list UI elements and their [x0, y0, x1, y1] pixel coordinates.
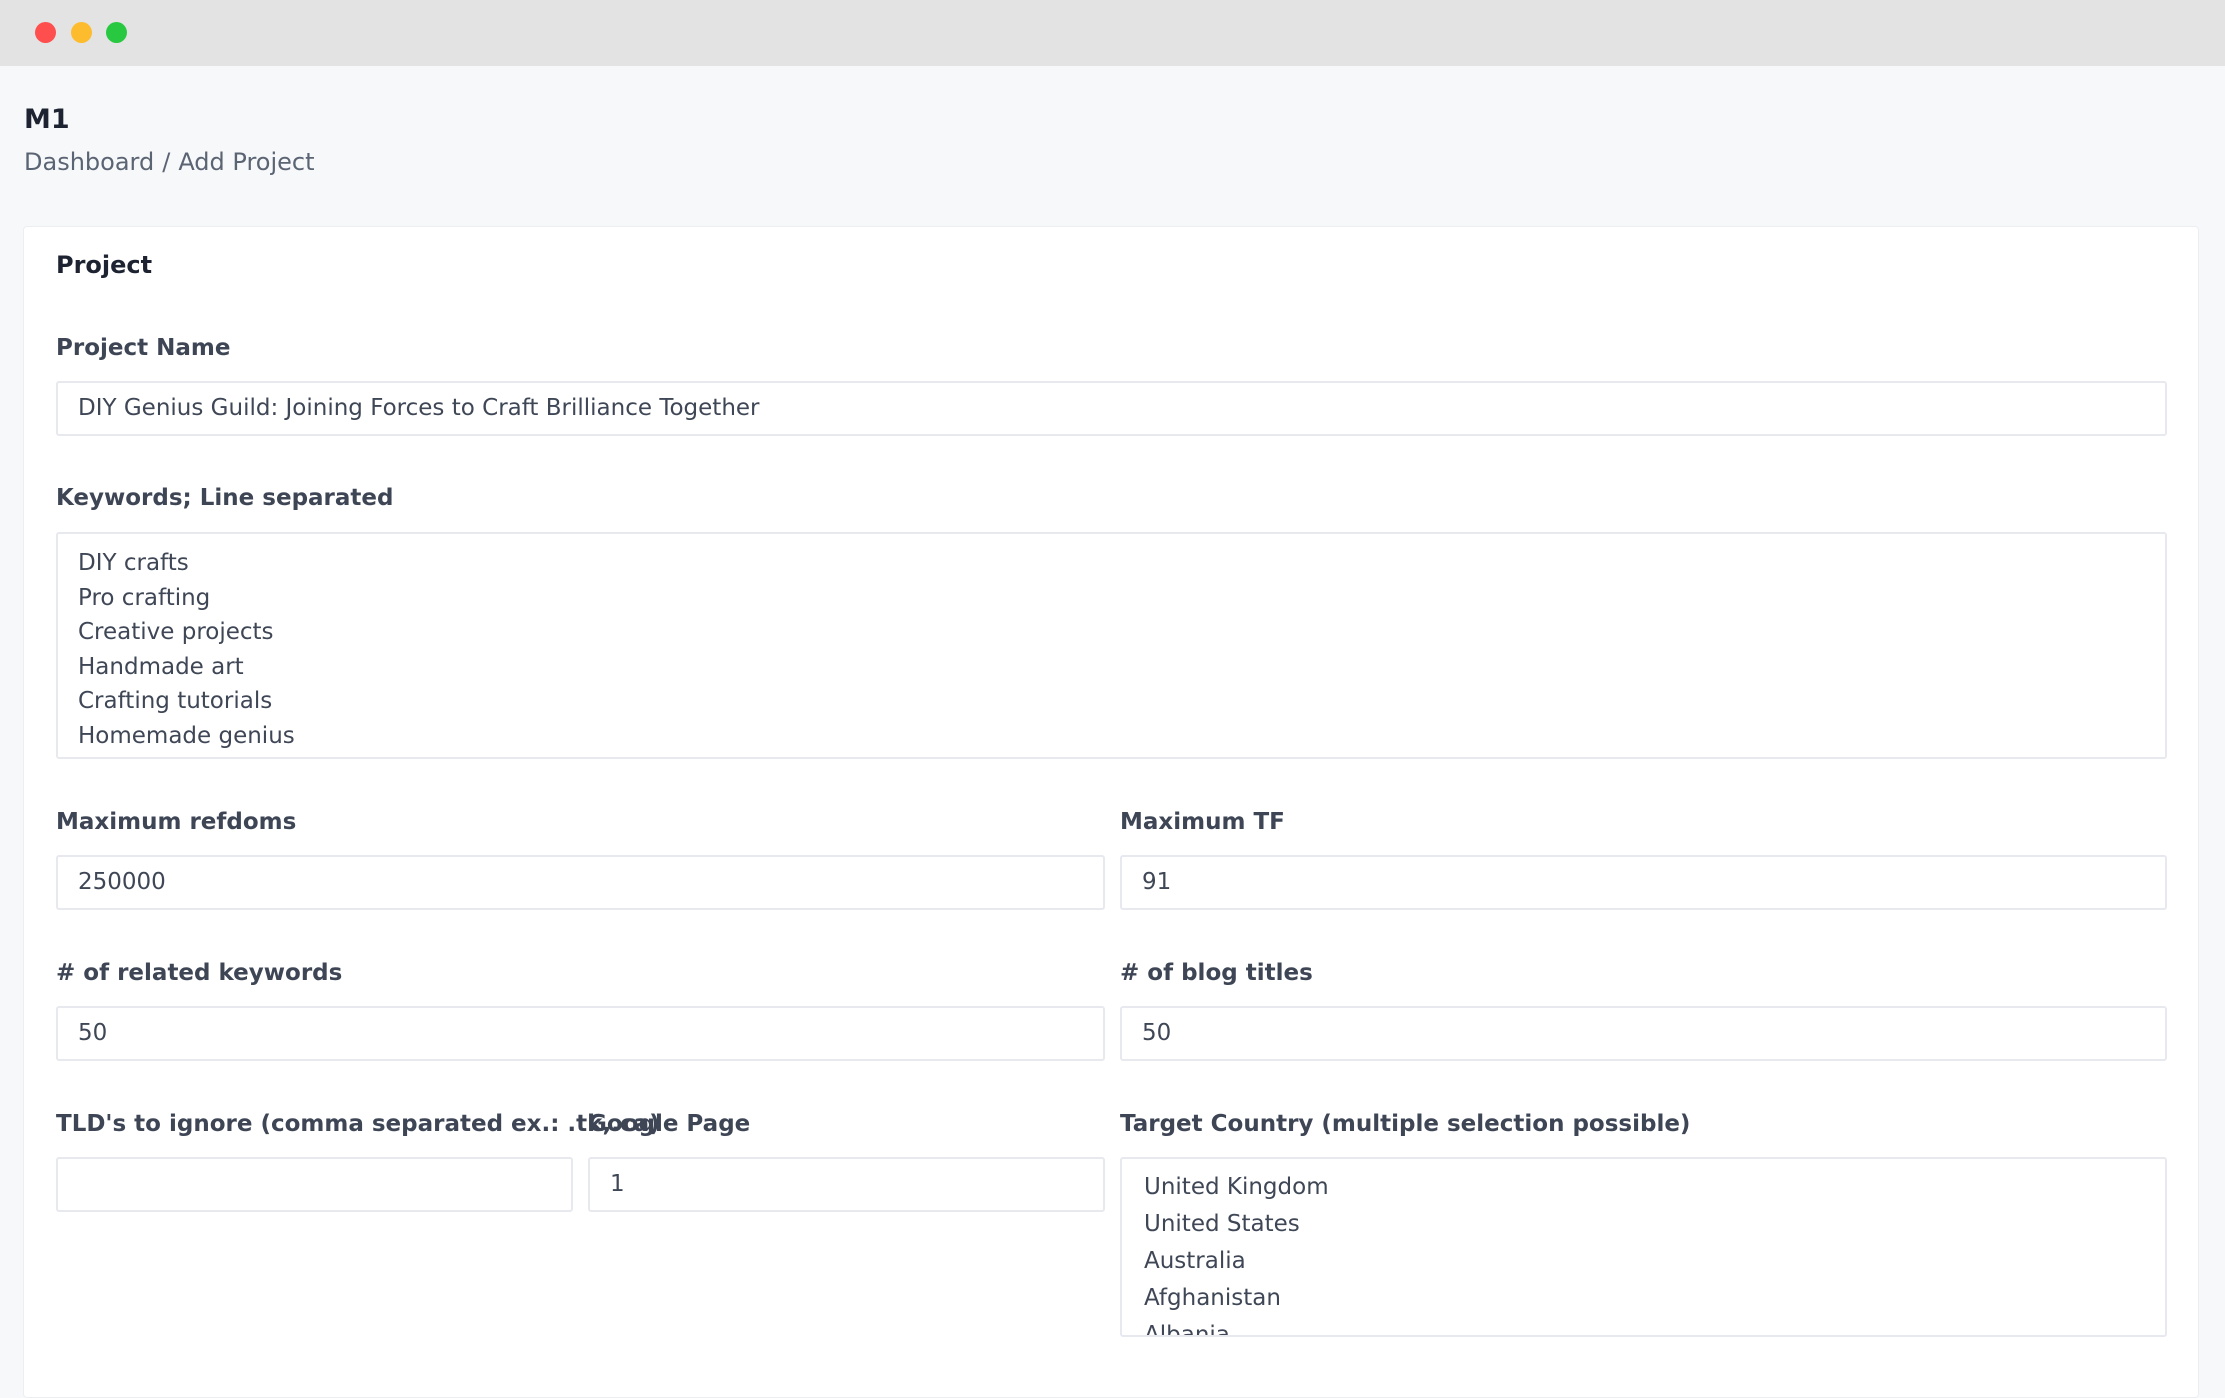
country-option[interactable]: Albania	[1144, 1317, 2143, 1335]
country-option[interactable]: United Kingdom	[1144, 1169, 2143, 1206]
close-window-button[interactable]	[35, 22, 56, 43]
blog-titles-input[interactable]: 50	[1120, 1006, 2167, 1061]
related-keywords-input[interactable]: 50	[56, 1006, 1105, 1061]
max-refdoms-input[interactable]: 250000	[56, 855, 1105, 910]
project-card: Project Project Name DIY Genius Guild: J…	[23, 226, 2199, 1398]
keyword-line: Homemade genius	[78, 722, 295, 749]
project-name-input[interactable]: DIY Genius Guild: Joining Forces to Craf…	[56, 381, 2167, 436]
target-country-select[interactable]: United Kingdom United States Australia A…	[1120, 1157, 2167, 1337]
maximize-window-button[interactable]	[106, 22, 127, 43]
page-title: M1	[24, 104, 70, 135]
google-page-input[interactable]: 1	[588, 1157, 1105, 1212]
google-page-label: Google Page	[588, 1111, 751, 1137]
keyword-line: DIY crafts	[78, 550, 189, 576]
country-option[interactable]: United States	[1144, 1206, 2143, 1243]
card-title: Project	[56, 251, 153, 279]
country-option[interactable]: Afghanistan	[1144, 1280, 2143, 1317]
tld-ignore-label: TLD's to ignore (comma separated ex.: .t…	[56, 1111, 660, 1137]
keyword-line: Crafting tutorials	[78, 688, 273, 714]
keyword-line: Creative projects	[78, 619, 274, 645]
breadcrumb-dashboard-link[interactable]: Dashboard	[24, 148, 154, 176]
country-option[interactable]: Australia	[1144, 1243, 2143, 1280]
max-refdoms-label: Maximum refdoms	[56, 809, 297, 835]
target-country-label: Target Country (multiple selection possi…	[1120, 1111, 1691, 1137]
breadcrumb: Dashboard / Add Project	[24, 148, 315, 176]
max-tf-label: Maximum TF	[1120, 809, 1285, 835]
window-titlebar	[0, 0, 2225, 66]
related-keywords-label: # of related keywords	[56, 960, 343, 986]
keywords-label: Keywords; Line separated	[56, 485, 394, 511]
max-tf-input[interactable]: 91	[1120, 855, 2167, 910]
breadcrumb-current: Add Project	[178, 148, 315, 176]
breadcrumb-separator: /	[162, 148, 171, 176]
keywords-textarea[interactable]: DIY crafts Pro crafting Creative project…	[56, 532, 2167, 759]
blog-titles-label: # of blog titles	[1120, 960, 1313, 986]
tld-ignore-input[interactable]	[56, 1157, 573, 1212]
project-name-label: Project Name	[56, 335, 231, 361]
minimize-window-button[interactable]	[71, 22, 92, 43]
keyword-line: Pro crafting	[78, 584, 211, 611]
keyword-line: Handmade art	[78, 653, 244, 680]
